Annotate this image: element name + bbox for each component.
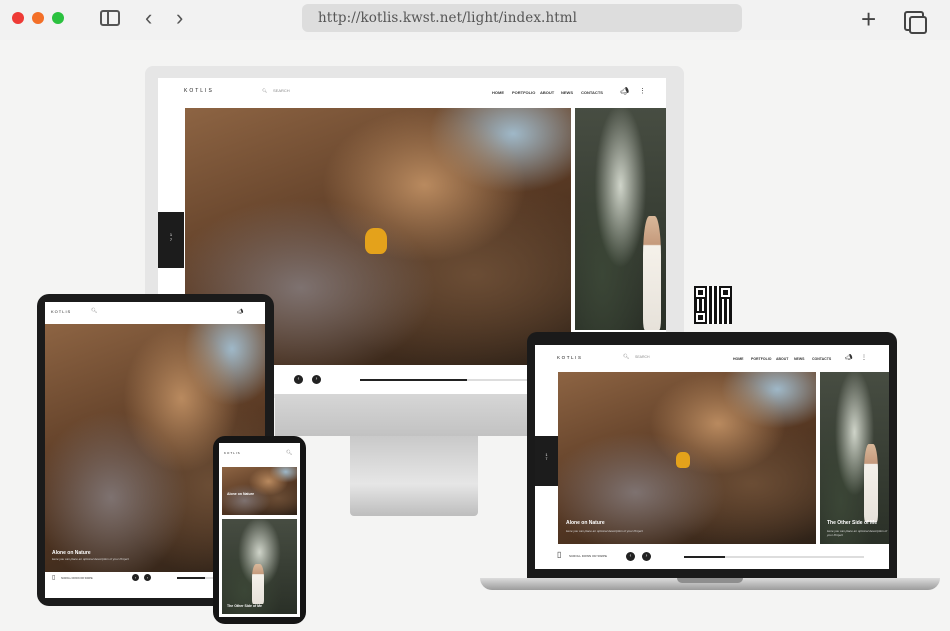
search-input[interactable]: SEARCH [273, 88, 290, 93]
maximize-window-button[interactable] [52, 12, 64, 24]
browser-titlebar: ‹ › http://kotlis.kwst.net/light/index.h… [0, 0, 950, 40]
more-vertical-icon[interactable]: ⋮ [861, 354, 867, 361]
woman-figure [252, 564, 264, 604]
nav-contacts[interactable]: CONTACTS [581, 90, 603, 95]
slide-title: The Other Side of Me [227, 604, 263, 608]
prev-slide-button[interactable]: ‹ [132, 574, 139, 581]
tabs-icon[interactable] [904, 11, 927, 34]
nav-portfolio[interactable]: PORTFOLIO [512, 90, 535, 95]
search-icon[interactable]: 🔍︎ [91, 308, 97, 314]
megaphone-icon[interactable]: 📣︎ [845, 354, 853, 361]
sidebar-icon[interactable] [100, 10, 120, 26]
search-icon[interactable]: 🔍︎ [623, 354, 629, 360]
hero-image-rocks [222, 467, 297, 515]
woman-figure [864, 444, 878, 522]
desktop-monitor-chin [275, 394, 555, 436]
hero-image-forest [820, 372, 889, 544]
slide-counter: 1 7 [158, 212, 184, 268]
slide-progress-fill [684, 556, 726, 558]
slide-counter-total: 7 [545, 457, 548, 461]
search-icon[interactable]: 🔍︎ [286, 450, 292, 456]
site-logo[interactable]: KOTLIS [184, 88, 214, 94]
phone-screen: KOTLIS 🔍︎ Alone on Nature The Other Side… [219, 443, 300, 617]
phone-icon: ▯ [52, 575, 56, 581]
next-slide-button[interactable]: › [144, 574, 151, 581]
hero-image-forest [222, 519, 297, 614]
slide-counter-total: 7 [169, 237, 173, 242]
nav-home[interactable]: HOME [733, 357, 744, 361]
qr-finder [719, 286, 732, 299]
nav-contacts[interactable]: CONTACTS [812, 357, 831, 361]
chevron-left-icon[interactable]: ‹ [145, 7, 152, 29]
more-vertical-icon[interactable]: ⋮ [639, 87, 646, 95]
prev-slide-button[interactable]: ‹ [294, 375, 303, 384]
site-logo[interactable]: KOTLIS [51, 309, 71, 314]
desktop-monitor-stand [350, 436, 478, 516]
hiker-figure [676, 452, 690, 468]
slide-subtitle: Here you can place an optional descripti… [827, 529, 888, 537]
nav-about[interactable]: ABOUT [540, 90, 554, 95]
phone-icon: ▯ [557, 550, 562, 559]
site-logo[interactable]: KOTLIS [224, 451, 241, 455]
slide-title: Alone on Nature [227, 492, 255, 496]
hero-image-forest [575, 108, 666, 330]
slide-title: Alone on Nature [52, 550, 91, 556]
chevron-right-icon[interactable]: › [176, 7, 183, 29]
nav-home[interactable]: HOME [492, 90, 504, 95]
laptop-screen: KOTLIS 🔍︎ SEARCH HOME PORTFOLIO ABOUT NE… [535, 345, 889, 569]
laptop-notch [677, 578, 743, 583]
qr-finder [694, 286, 707, 299]
nav-news[interactable]: NEWS [561, 90, 573, 95]
next-slide-button[interactable]: › [312, 375, 321, 384]
slide-subtitle: Here you can place an optional descripti… [566, 529, 643, 533]
slide-title: Alone on Nature [566, 520, 605, 526]
minimize-window-button[interactable] [32, 12, 44, 24]
woman-figure [643, 216, 661, 330]
search-input[interactable]: SEARCH [635, 355, 650, 359]
qr-finder [694, 311, 707, 324]
plus-icon[interactable]: + [861, 6, 876, 32]
nav-portfolio[interactable]: PORTFOLIO [751, 357, 771, 361]
slide-progress-fill [360, 379, 468, 381]
slide-progress [684, 556, 864, 558]
close-window-button[interactable] [12, 12, 24, 24]
megaphone-icon[interactable]: 📣︎ [620, 87, 629, 95]
scroll-label: SCROLL DOWN OR SWIPE [569, 554, 608, 558]
slide-title: The Other Side of Me [827, 520, 878, 526]
site-logo[interactable]: KOTLIS [557, 355, 583, 360]
next-slide-button[interactable]: › [642, 552, 651, 561]
prev-slide-button[interactable]: ‹ [626, 552, 635, 561]
nav-news[interactable]: NEWS [794, 357, 805, 361]
nav-about[interactable]: ABOUT [776, 357, 788, 361]
url-text: http://kotlis.kwst.net/light/index.html [318, 10, 578, 26]
slide-counter: 1 7 [535, 436, 558, 486]
hero-image-rocks [558, 372, 816, 544]
slide-subtitle: Here you can place an optional descripti… [52, 557, 129, 561]
qr-code [694, 286, 732, 324]
slide-progress-fill [177, 577, 205, 579]
hiker-figure [365, 228, 387, 254]
search-icon[interactable]: 🔍︎ [262, 88, 267, 93]
megaphone-icon[interactable]: 📣︎ [237, 309, 243, 315]
scroll-label: SCROLL DOWN OR SWIPE [61, 577, 93, 580]
address-bar[interactable]: http://kotlis.kwst.net/light/index.html [302, 4, 742, 32]
